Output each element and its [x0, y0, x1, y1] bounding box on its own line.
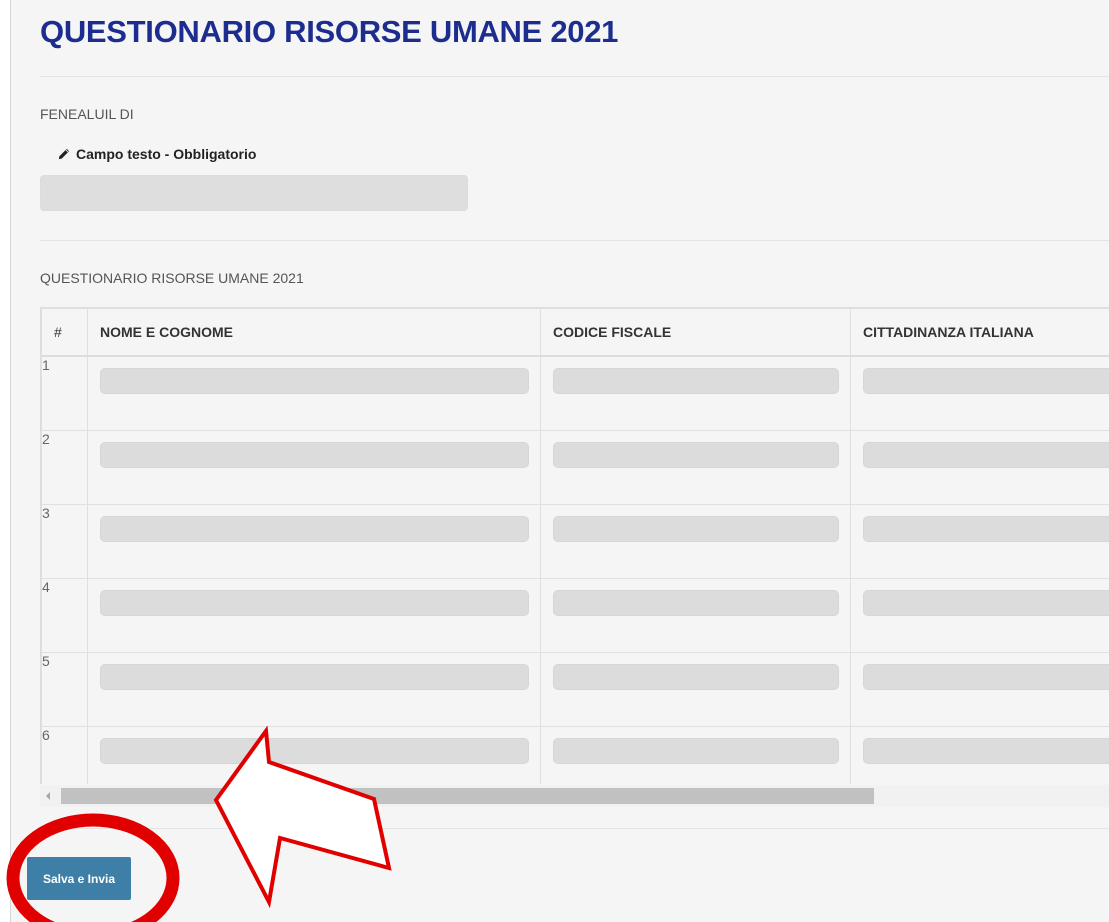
table-cell: [850, 726, 1109, 784]
cittadinanza-input[interactable]: [863, 516, 1109, 542]
table-row: 1: [41, 355, 1109, 431]
row-number: 6: [41, 726, 88, 784]
field-label: Campo testo - Obbligatorio: [57, 146, 256, 162]
table-cell: [87, 504, 541, 579]
header-nome-cognome: NOME E COGNOME: [87, 308, 541, 357]
table-cell: [87, 430, 541, 505]
fenealuil-text-field[interactable]: [40, 175, 468, 211]
questionnaire-table: # NOME E COGNOME CODICE FISCALE CITTADIN…: [40, 307, 1109, 784]
table-cell: [540, 726, 851, 784]
nome-cognome-input[interactable]: [100, 368, 529, 394]
table-cell: [850, 430, 1109, 505]
cittadinanza-input[interactable]: [863, 590, 1109, 616]
table-cell: [540, 578, 851, 653]
pencil-icon: [58, 148, 70, 159]
table-cell: [540, 652, 851, 727]
nome-cognome-input[interactable]: [100, 516, 529, 542]
codice-fiscale-input[interactable]: [553, 516, 839, 542]
cittadinanza-input[interactable]: [863, 664, 1109, 690]
table-cell: [850, 355, 1109, 431]
table-cell: [87, 726, 541, 784]
codice-fiscale-input[interactable]: [553, 442, 839, 468]
horizontal-scrollbar[interactable]: [40, 785, 1109, 807]
header-cittadinanza-italiana: CITTADINANZA ITALIANA: [850, 308, 1109, 357]
codice-fiscale-input[interactable]: [553, 368, 839, 394]
nome-cognome-input[interactable]: [100, 442, 529, 468]
table-cell: [540, 355, 851, 431]
divider: [40, 828, 1109, 829]
cittadinanza-input[interactable]: [863, 442, 1109, 468]
questionnaire-grid: # NOME E COGNOME CODICE FISCALE CITTADIN…: [41, 308, 1109, 784]
table-row: 4: [41, 578, 1109, 653]
section-label: FENEALUIL DI: [40, 106, 134, 122]
row-number: 1: [41, 355, 88, 431]
divider: [40, 76, 1109, 77]
row-number: 5: [41, 652, 88, 727]
row-number: 4: [41, 578, 88, 653]
table-cell: [87, 578, 541, 653]
row-number: 2: [41, 430, 88, 505]
nome-cognome-input[interactable]: [100, 590, 529, 616]
header-row-number: #: [41, 308, 88, 357]
scrollbar-thumb[interactable]: [61, 788, 874, 804]
table-cell: [540, 430, 851, 505]
codice-fiscale-input[interactable]: [553, 590, 839, 616]
table-cell: [540, 504, 851, 579]
table-row: 5: [41, 652, 1109, 727]
cittadinanza-input[interactable]: [863, 368, 1109, 394]
table-cell: [850, 504, 1109, 579]
table-cell: [850, 578, 1109, 653]
table-row: 2: [41, 430, 1109, 505]
cittadinanza-input[interactable]: [863, 738, 1109, 764]
page-title: QUESTIONARIO RISORSE UMANE 2021: [40, 14, 619, 49]
header-codice-fiscale: CODICE FISCALE: [540, 308, 851, 357]
nome-cognome-input[interactable]: [100, 664, 529, 690]
table-cell: [850, 652, 1109, 727]
table-row: 3: [41, 504, 1109, 579]
table-row: 6: [41, 726, 1109, 784]
codice-fiscale-input[interactable]: [553, 664, 839, 690]
codice-fiscale-input[interactable]: [553, 738, 839, 764]
field-label-text: Campo testo - Obbligatorio: [76, 146, 257, 162]
table-header-row: # NOME E COGNOME CODICE FISCALE CITTADIN…: [41, 308, 1109, 357]
form-panel: QUESTIONARIO RISORSE UMANE 2021 FENEALUI…: [10, 0, 1109, 922]
save-and-send-button[interactable]: Salva e Invia: [27, 857, 131, 900]
scroll-left-icon[interactable]: [46, 792, 50, 800]
nome-cognome-input[interactable]: [100, 738, 529, 764]
table-cell: [87, 355, 541, 431]
row-number: 3: [41, 504, 88, 579]
divider: [40, 240, 1109, 241]
table-section-label: QUESTIONARIO RISORSE UMANE 2021: [40, 270, 304, 286]
table-cell: [87, 652, 541, 727]
